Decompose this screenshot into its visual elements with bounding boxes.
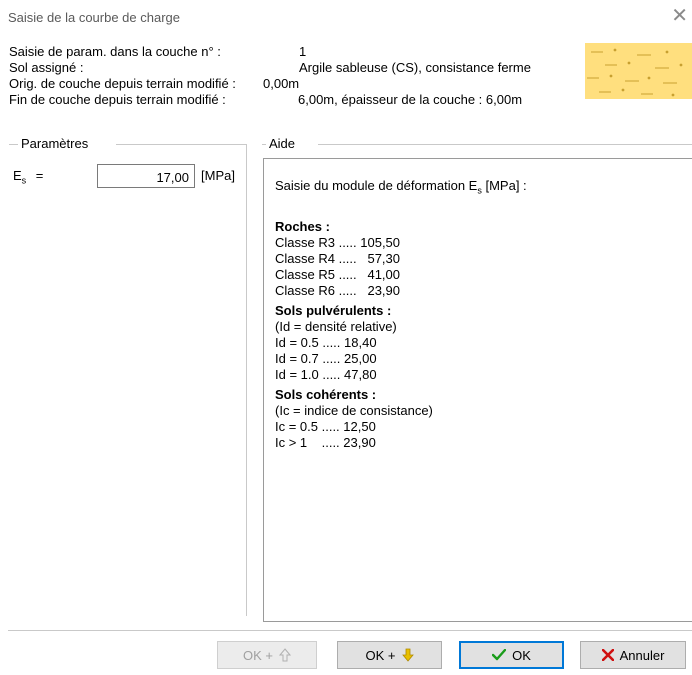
aide-panel: Saisie du module de déformation Es [MPa]… (263, 158, 692, 622)
group-border (116, 144, 246, 145)
window-title: Saisie de la courbe de charge (8, 10, 181, 25)
ok-plus-up-button[interactable]: OK + (217, 641, 317, 669)
aide-line: Id = 0.5 ..... 18,40 (275, 334, 377, 350)
aide-line: Classe R6 ..... 23,90 (275, 282, 401, 298)
aide-note: (Id = densité relative) (275, 318, 397, 334)
checkmark-icon (492, 649, 507, 661)
footer-separator (8, 630, 692, 631)
es-symbol: E (13, 168, 22, 183)
info-value: Argile sableuse (CS), consistance ferme (299, 60, 531, 75)
ok-button[interactable]: OK (459, 641, 564, 669)
close-icon[interactable]: ✕ (671, 6, 688, 26)
cancel-x-icon (601, 649, 614, 661)
group-border (318, 144, 692, 145)
info-value: 6,00m, épaisseur de la couche : 6,00m (298, 92, 523, 107)
ok-plus-down-button[interactable]: OK + (337, 641, 442, 669)
es-subscript: s (21, 175, 27, 186)
es-value-input[interactable] (97, 164, 195, 188)
aide-header-roches: Roches : (275, 218, 330, 234)
es-unit: [MPa] (201, 168, 235, 183)
aide-header-pulverulents: Sols pulvérulents : (275, 302, 392, 318)
arrow-up-icon (279, 648, 291, 662)
aide-note: (Ic = indice de consistance) (275, 402, 433, 418)
parametres-group-title: Paramètres (18, 136, 92, 151)
aide-line: Ic = 0.5 ..... 12,50 (275, 418, 376, 434)
info-label: Saisie de param. dans la couche n° : (9, 44, 221, 59)
aide-text: Saisie du module de déformation Es [MPa]… (275, 178, 527, 451)
info-label: Sol assigné : (9, 60, 84, 75)
aide-line: Ic > 1 ..... 23,90 (275, 434, 376, 450)
info-label: Fin de couche depuis terrain modifié : (9, 92, 226, 107)
title-bar: Saisie de la courbe de charge ✕ (0, 0, 692, 38)
arrow-down-icon (401, 648, 414, 662)
aide-line: Classe R5 ..... 41,00 (275, 266, 401, 282)
aide-line: Classe R4 ..... 57,30 (275, 250, 401, 266)
aide-header-coherents: Sols cohérents : (275, 386, 377, 402)
group-border (246, 144, 247, 616)
aide-line: Id = 0.7 ..... 25,00 (275, 350, 377, 366)
info-label: Orig. de couche depuis terrain modifié : (9, 76, 236, 91)
es-equals: = (35, 168, 44, 183)
es-label: Es = (13, 168, 43, 186)
aide-line: Id = 1.0 ..... 47,80 (275, 366, 377, 382)
info-value: 1 (299, 44, 307, 59)
aide-group-title: Aide (266, 136, 299, 151)
cancel-button[interactable]: Annuler (580, 641, 686, 669)
soil-pattern-icon (585, 43, 692, 99)
aide-line: Classe R3 ..... 105,50 (275, 234, 401, 250)
info-value: 0,00m (263, 76, 300, 91)
aide-intro: Saisie du module de déformation Es [MPa]… (275, 178, 527, 196)
